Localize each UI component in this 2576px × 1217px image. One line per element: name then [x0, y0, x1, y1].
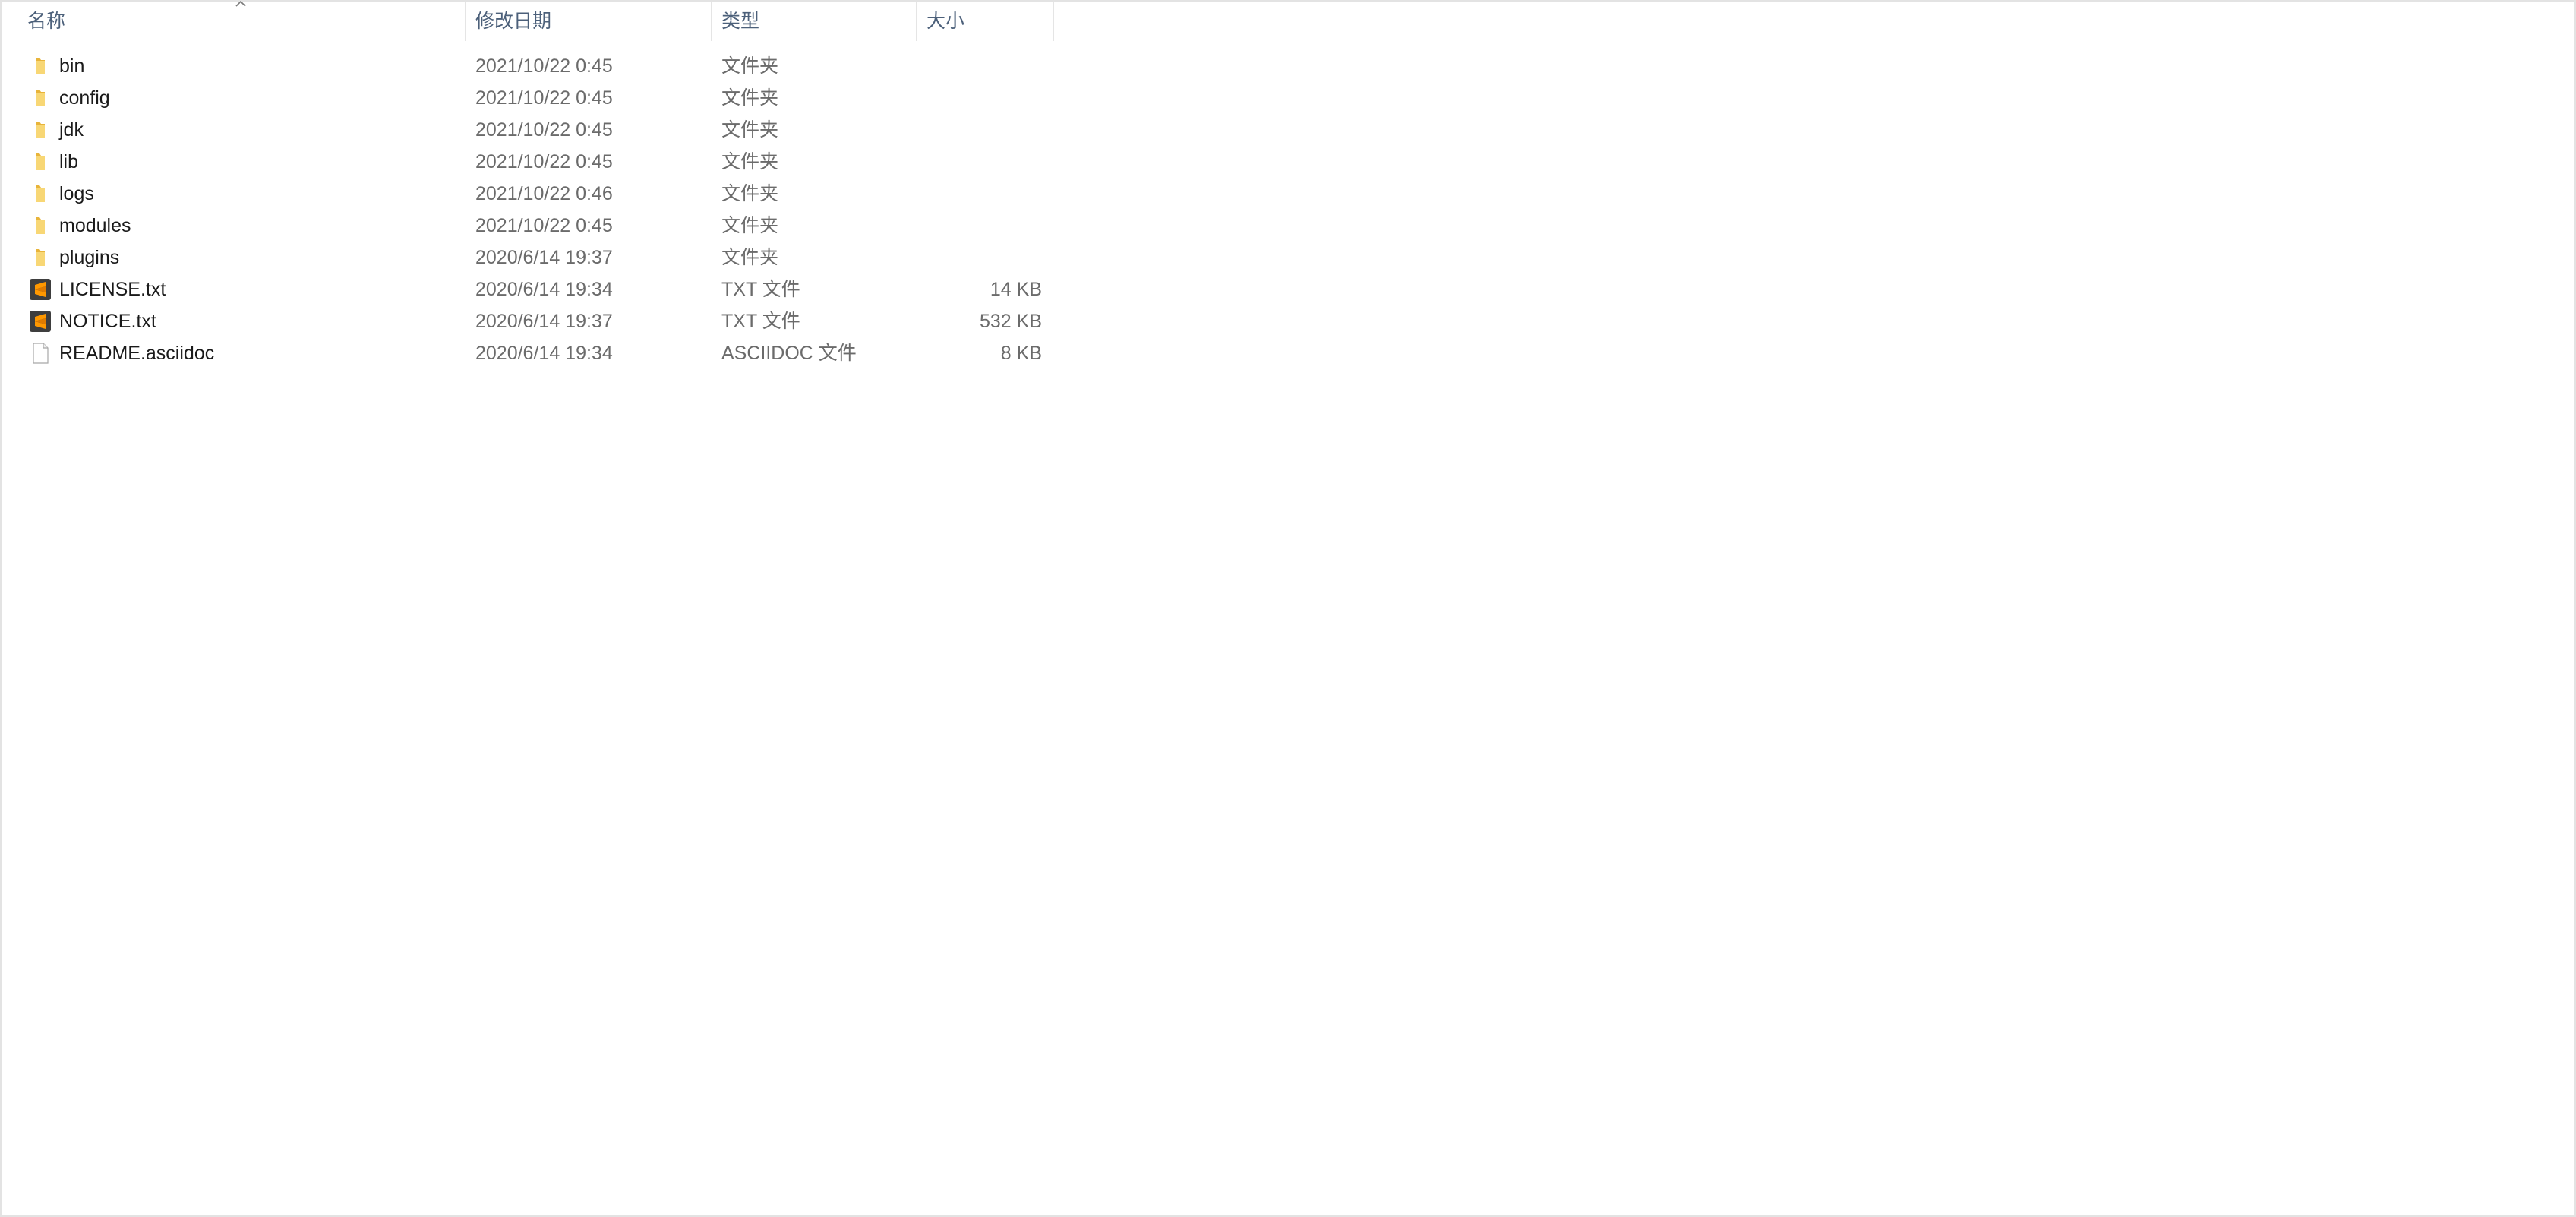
file-date: 2020/6/14 19:37 — [475, 311, 613, 332]
file-type: 文件夹 — [721, 151, 779, 172]
file-size — [925, 50, 1042, 82]
folder-icon — [36, 185, 45, 202]
file-date: 2020/6/14 19:34 — [475, 343, 613, 364]
folder-icon — [36, 58, 45, 74]
sublime-text-file-icon — [30, 311, 51, 332]
file-date: 2021/10/22 0:45 — [475, 55, 613, 77]
file-size — [925, 82, 1042, 114]
file-row[interactable]: plugins 2020/6/14 19:37 文件夹 — [2, 242, 1054, 273]
file-name: modules — [59, 215, 131, 236]
column-header-name[interactable]: 名称 — [18, 2, 466, 41]
file-row[interactable]: jdk 2021/10/22 0:45 文件夹 — [2, 114, 1054, 146]
file-name: NOTICE.txt — [59, 311, 156, 332]
file-date: 2021/10/22 0:45 — [475, 87, 613, 109]
column-divider[interactable] — [1053, 2, 1054, 41]
file-type: TXT 文件 — [721, 311, 800, 332]
file-row[interactable]: modules 2021/10/22 0:45 文件夹 — [2, 210, 1054, 242]
file-type: 文件夹 — [721, 87, 779, 109]
file-row[interactable]: README.asciidoc 2020/6/14 19:34 ASCIIDOC… — [2, 337, 1054, 369]
file-size — [925, 114, 1042, 146]
file-name: jdk — [59, 119, 84, 141]
file-type: 文件夹 — [721, 215, 779, 236]
file-name: config — [59, 87, 110, 109]
file-size: 532 KB — [979, 311, 1042, 332]
blank-file-icon — [33, 343, 49, 364]
file-size — [925, 146, 1042, 178]
file-name: bin — [59, 55, 85, 77]
file-row[interactable]: config 2021/10/22 0:45 文件夹 — [2, 82, 1054, 114]
folder-icon — [36, 122, 45, 138]
column-header-date[interactable]: 修改日期 — [466, 2, 712, 41]
folder-icon — [36, 90, 45, 106]
file-type: ASCIIDOC 文件 — [721, 343, 857, 364]
file-size — [925, 178, 1042, 210]
file-type: 文件夹 — [721, 247, 779, 268]
column-header-name-label: 名称 — [27, 11, 66, 32]
file-type: 文件夹 — [721, 55, 779, 77]
column-header-type[interactable]: 类型 — [712, 2, 917, 41]
file-date: 2020/6/14 19:37 — [475, 247, 613, 268]
column-header-type-label: 类型 — [721, 11, 760, 32]
file-type: TXT 文件 — [721, 279, 800, 300]
column-header-size[interactable]: 大小 — [917, 2, 1054, 41]
sublime-text-file-icon — [30, 279, 51, 300]
file-date: 2021/10/22 0:46 — [475, 183, 613, 204]
file-name: plugins — [59, 247, 120, 268]
file-size — [925, 242, 1042, 273]
file-row[interactable]: bin 2021/10/22 0:45 文件夹 — [2, 50, 1054, 82]
file-size — [925, 210, 1042, 242]
file-size: 14 KB — [990, 279, 1042, 300]
file-date: 2021/10/22 0:45 — [475, 119, 613, 141]
folder-icon — [36, 217, 45, 234]
column-header-size-label: 大小 — [927, 11, 965, 32]
column-header-date-label: 修改日期 — [475, 11, 552, 32]
file-row[interactable]: LICENSE.txt 2020/6/14 19:34 TXT 文件 14 KB — [2, 273, 1054, 305]
file-date: 2021/10/22 0:45 — [475, 215, 613, 236]
file-name: LICENSE.txt — [59, 279, 166, 300]
file-name: lib — [59, 151, 79, 172]
file-size: 8 KB — [1000, 343, 1042, 364]
file-type: 文件夹 — [721, 183, 779, 204]
column-header-bar: 名称 修改日期 类型 大小 — [2, 0, 1054, 41]
file-date: 2020/6/14 19:34 — [475, 279, 613, 300]
folder-icon — [36, 153, 45, 170]
file-date: 2021/10/22 0:45 — [475, 151, 613, 172]
file-name: README.asciidoc — [59, 343, 215, 364]
file-row[interactable]: lib 2021/10/22 0:45 文件夹 — [2, 146, 1054, 178]
file-name: logs — [59, 183, 94, 204]
file-row[interactable]: NOTICE.txt 2020/6/14 19:37 TXT 文件 532 KB — [2, 305, 1054, 337]
file-type: 文件夹 — [721, 119, 779, 141]
file-row[interactable]: logs 2021/10/22 0:46 文件夹 — [2, 178, 1054, 210]
folder-icon — [36, 249, 45, 266]
file-explorer-window: 名称 修改日期 类型 大小 bin 2021/10/22 0:45 文件夹 co… — [0, 0, 2576, 1217]
